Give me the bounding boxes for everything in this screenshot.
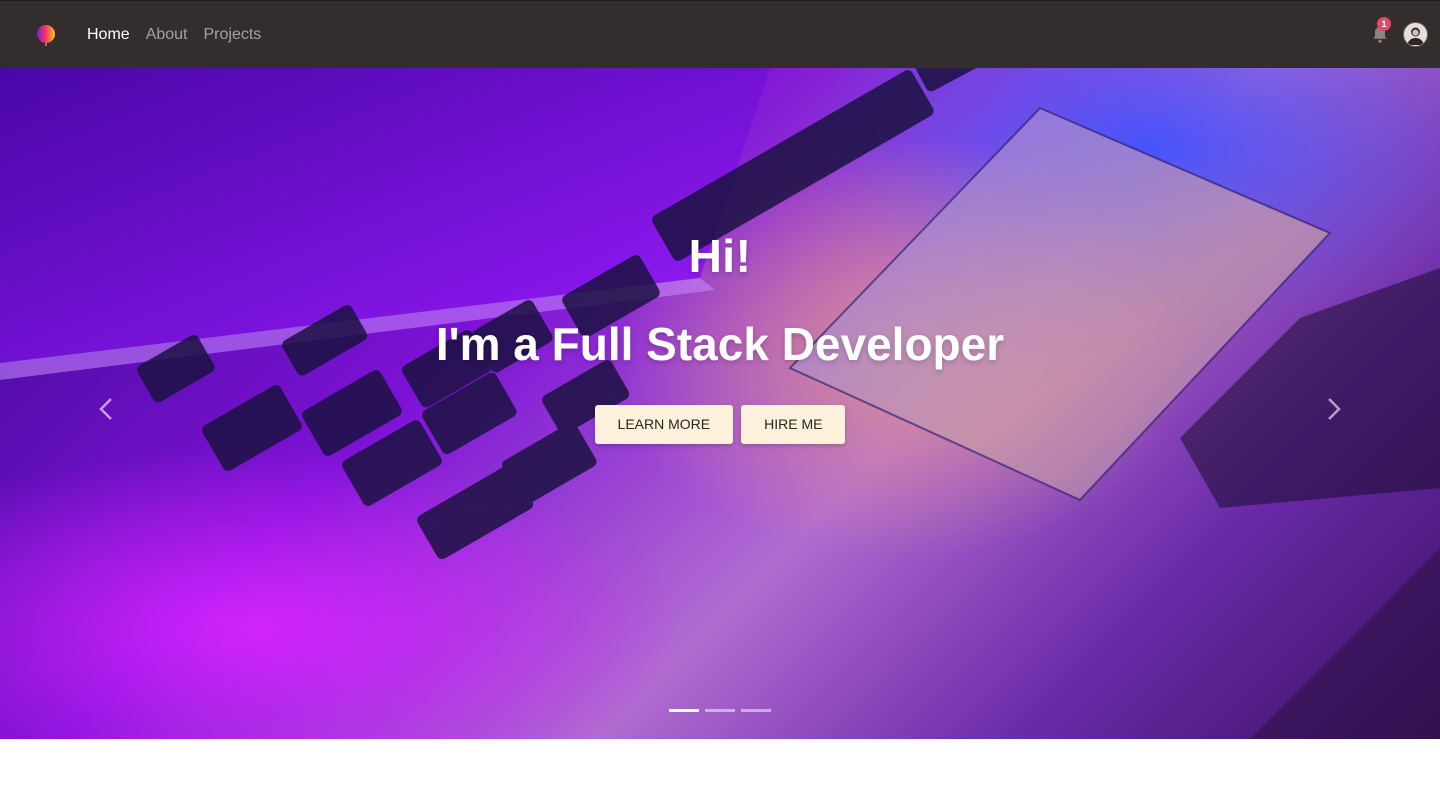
hero-carousel: Hi! I'm a Full Stack Developer LEARN MOR… bbox=[0, 68, 1440, 739]
notifications-button[interactable]: 1 bbox=[1369, 16, 1391, 46]
carousel-indicator-3[interactable] bbox=[741, 709, 771, 712]
carousel-indicator-1[interactable] bbox=[669, 709, 699, 712]
chevron-right-icon bbox=[1328, 398, 1341, 420]
hero-subtitle: I'm a Full Stack Developer bbox=[435, 318, 1005, 370]
carousel-prev-button[interactable] bbox=[86, 390, 126, 430]
navbar: Home About Projects 1 bbox=[0, 0, 1440, 68]
carousel-next-button[interactable] bbox=[1314, 390, 1354, 430]
brand-logo[interactable] bbox=[36, 24, 56, 46]
carousel-indicator-2[interactable] bbox=[705, 709, 735, 712]
hire-me-button[interactable]: HIRE ME bbox=[741, 405, 846, 444]
carousel-indicators bbox=[0, 709, 1440, 712]
navbar-right: 1 bbox=[1369, 16, 1428, 47]
person-icon bbox=[1404, 23, 1427, 46]
nav-link-home[interactable]: Home bbox=[87, 25, 130, 45]
chevron-left-icon bbox=[99, 398, 112, 420]
notification-badge: 1 bbox=[1377, 16, 1391, 31]
learn-more-button[interactable]: LEARN MORE bbox=[594, 405, 734, 444]
hero-buttons: LEARN MORE HIRE ME bbox=[0, 405, 1440, 444]
nav-link-projects[interactable]: Projects bbox=[204, 25, 262, 45]
hero-title: Hi! bbox=[688, 230, 752, 282]
nav-link-about[interactable]: About bbox=[146, 25, 188, 45]
hero-caption: Hi! I'm a Full Stack Developer LEARN MOR… bbox=[0, 68, 1440, 739]
user-avatar[interactable] bbox=[1403, 22, 1428, 47]
